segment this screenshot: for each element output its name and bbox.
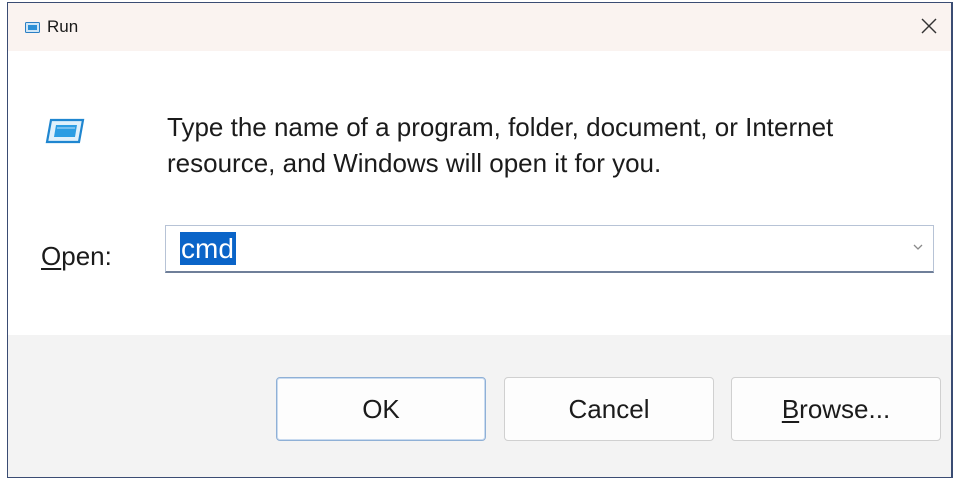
ok-button[interactable]: OK: [276, 377, 486, 441]
run-icon: [25, 22, 40, 33]
title-bar[interactable]: Run: [8, 3, 951, 51]
open-input-value[interactable]: cmd: [180, 232, 236, 265]
run-app-icon: [45, 118, 85, 144]
open-label-text: pen:: [61, 241, 112, 271]
open-label: Open:: [41, 241, 112, 271]
dialog-content: Type the name of a program, folder, docu…: [8, 51, 951, 335]
run-dialog: Run Type the name of a program, folder, …: [7, 2, 953, 478]
window-title: Run: [47, 17, 79, 36]
close-button[interactable]: [907, 3, 951, 51]
browse-button[interactable]: Browse...: [731, 377, 941, 441]
open-label-mnemonic: O: [41, 241, 62, 271]
open-combobox[interactable]: cmd: [165, 225, 934, 273]
cancel-button[interactable]: Cancel: [504, 377, 714, 441]
browse-label: rowse...: [799, 393, 891, 424]
browse-mnemonic: B: [781, 393, 800, 424]
close-icon: [921, 18, 937, 34]
dialog-description: Type the name of a program, folder, docu…: [167, 112, 834, 178]
chevron-down-icon[interactable]: [911, 242, 925, 252]
